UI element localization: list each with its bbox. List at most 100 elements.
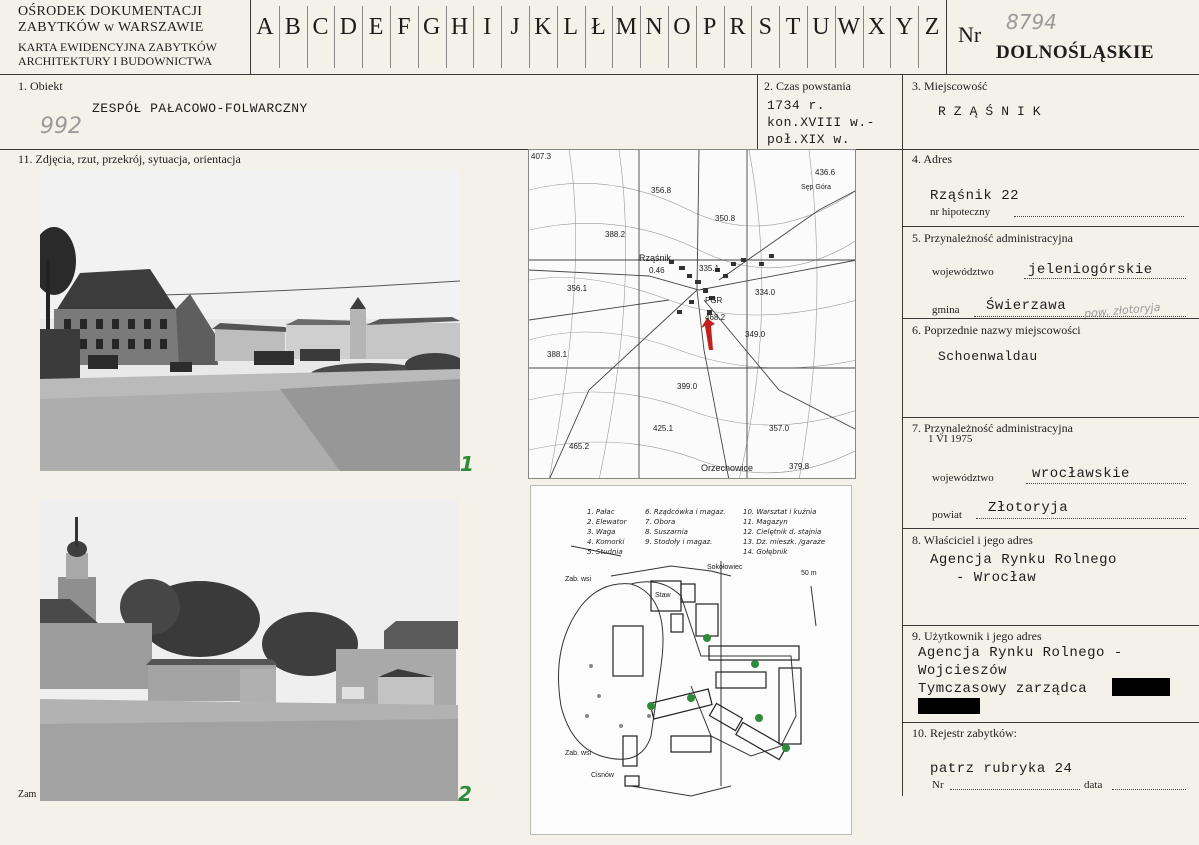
map-pgr: PGR bbox=[705, 296, 723, 305]
field-6-label: 6. Poprzednie nazwy miejscowości bbox=[912, 323, 1081, 337]
index-separator bbox=[807, 6, 808, 68]
map-elevation-label: 465.2 bbox=[569, 442, 590, 451]
field-7-powiat-value: Złotoryja bbox=[988, 500, 1069, 516]
plan-zab-wsi-2: Zab. wsi bbox=[565, 750, 592, 757]
field-5-woj-line bbox=[1024, 278, 1186, 279]
field-2-line3: poł.XIX w. bbox=[767, 132, 851, 147]
index-separator bbox=[695, 6, 697, 68]
field-4-hip-line bbox=[1014, 216, 1184, 217]
index-letter-19: T bbox=[785, 14, 801, 40]
index-separator bbox=[834, 6, 836, 68]
map-elevation-label: 335.1 bbox=[699, 264, 720, 273]
photo-2 bbox=[40, 499, 458, 801]
index-letter-3: D bbox=[339, 14, 357, 40]
card-line-2: ARCHITEKTURY I BUDOWNICTWA bbox=[18, 54, 213, 68]
org-line-1: OŚRODEK DOKUMENTACJI bbox=[18, 4, 203, 19]
field-10-nr-line bbox=[950, 789, 1080, 790]
map-elevation-label: 349.0 bbox=[745, 330, 766, 339]
field-5-woj-label: województwo bbox=[932, 266, 994, 278]
index-separator bbox=[668, 6, 669, 68]
index-letter-2: C bbox=[312, 14, 329, 40]
field-10-nr-label: Nr bbox=[932, 779, 944, 791]
index-separator bbox=[612, 6, 614, 68]
map-elevation-label: 356.1 bbox=[567, 284, 588, 293]
index-separator bbox=[278, 6, 280, 68]
field-9-line3: Tymczasowy zarządca bbox=[918, 681, 1088, 697]
map-elevation-label: 379.8 bbox=[789, 462, 810, 471]
index-separator bbox=[918, 6, 920, 68]
index-separator bbox=[501, 6, 503, 68]
map-elevation-label: 425.1 bbox=[653, 424, 674, 433]
field-7-woj-label: województwo bbox=[932, 472, 994, 484]
index-letter-13: M bbox=[615, 14, 637, 40]
field-9-line2: Wojcieszów bbox=[918, 663, 1008, 679]
index-separator bbox=[862, 6, 864, 68]
header-bottom-line bbox=[0, 74, 1199, 75]
line-8 bbox=[902, 528, 1199, 529]
card-line-1: KARTA EWIDENCYJNA ZABYTKÓW bbox=[18, 40, 217, 54]
field-6-value: Schoenwaldau bbox=[938, 349, 1038, 364]
index-separator bbox=[584, 6, 586, 68]
map-elevation-label: 356.8 bbox=[651, 186, 672, 195]
index-letter-21: W bbox=[837, 14, 861, 40]
index-letter-15: O bbox=[673, 14, 691, 40]
field-5-gmina-value: Świerzawa bbox=[986, 298, 1067, 314]
redaction-1 bbox=[1112, 678, 1170, 696]
index-letter-16: P bbox=[703, 14, 717, 40]
field-8-line1: Agencja Rynku Rolnego bbox=[930, 552, 1117, 568]
field-4-hip-label: nr hipoteczny bbox=[930, 206, 991, 218]
plan-staw: Staw bbox=[655, 592, 671, 599]
field-4-label: 4. Adres bbox=[912, 152, 952, 166]
field-7-woj-value: wrocławskie bbox=[1032, 466, 1130, 482]
field-1-value: ZESPÓŁ PAŁACOWO-FOLWARCZNY bbox=[92, 101, 308, 116]
index-separator bbox=[306, 6, 308, 68]
index-separator bbox=[334, 6, 336, 68]
photo-1-number: 1 bbox=[460, 452, 474, 476]
line-5 bbox=[902, 226, 1199, 227]
field-7-powiat-label: powiat bbox=[932, 509, 962, 521]
index-letter-12: Ł bbox=[591, 14, 606, 40]
field-5-woj-value: jeleniogórskie bbox=[1028, 262, 1153, 278]
line-9 bbox=[902, 625, 1199, 626]
map-elevation-label: 388.1 bbox=[547, 350, 568, 359]
field-2-line1: 1734 r. bbox=[767, 98, 826, 113]
line-7 bbox=[902, 417, 1199, 418]
field-10-label: 10. Rejestr zabytków: bbox=[912, 726, 1017, 740]
index-letter-5: F bbox=[397, 14, 411, 40]
map-elevation-label: 334.0 bbox=[755, 288, 776, 297]
index-separator bbox=[445, 6, 447, 68]
index-separator bbox=[390, 6, 391, 68]
map-elevation-label: 350.8 bbox=[715, 214, 736, 223]
map-number-046: 0.46 bbox=[649, 266, 665, 275]
field-5-gmina-line bbox=[974, 316, 1186, 317]
index-separator bbox=[417, 6, 419, 68]
index-letter-7: H bbox=[450, 14, 469, 40]
index-letter-14: N bbox=[645, 14, 663, 40]
nr-divider bbox=[946, 0, 947, 74]
index-separator bbox=[723, 6, 725, 68]
field-5-gmina-label: gmina bbox=[932, 304, 960, 316]
index-letter-17: R bbox=[729, 14, 746, 40]
plan-bottom-road: Cisnów bbox=[591, 772, 614, 779]
bottom-cut-text: Zam bbox=[18, 789, 37, 800]
field-10-data-label: data bbox=[1084, 779, 1103, 791]
field-9-line1: Agencja Rynku Rolnego - bbox=[918, 645, 1123, 661]
field-7-powiat-line bbox=[976, 518, 1186, 519]
field-10-value: patrz rubryka 24 bbox=[930, 761, 1073, 777]
field-11-label: 11. Zdjęcia, rzut, przekrój, sytuacja, o… bbox=[18, 152, 241, 166]
index-letter-0: A bbox=[256, 14, 274, 40]
map-elevation-label: 436.6 bbox=[815, 168, 836, 177]
index-separator bbox=[556, 6, 558, 68]
nr-label: Nr bbox=[958, 22, 982, 47]
map-top-road: Sęp Góra bbox=[801, 184, 831, 191]
index-letter-10: K bbox=[534, 14, 552, 40]
field-1-handwritten: 992 bbox=[40, 114, 82, 139]
field-7-label-2: 1 VI 1975 bbox=[928, 433, 973, 445]
redaction-2 bbox=[918, 698, 980, 714]
index-letter-6: G bbox=[423, 14, 441, 40]
org-line-2: ZABYTKÓW w WARSZAWIE bbox=[18, 20, 204, 35]
field-2-line2: kon.XVIII w.- bbox=[767, 115, 875, 130]
col-divider-2 bbox=[757, 74, 758, 149]
index-letter-23: Y bbox=[895, 14, 913, 40]
index-letter-11: L bbox=[563, 14, 579, 40]
